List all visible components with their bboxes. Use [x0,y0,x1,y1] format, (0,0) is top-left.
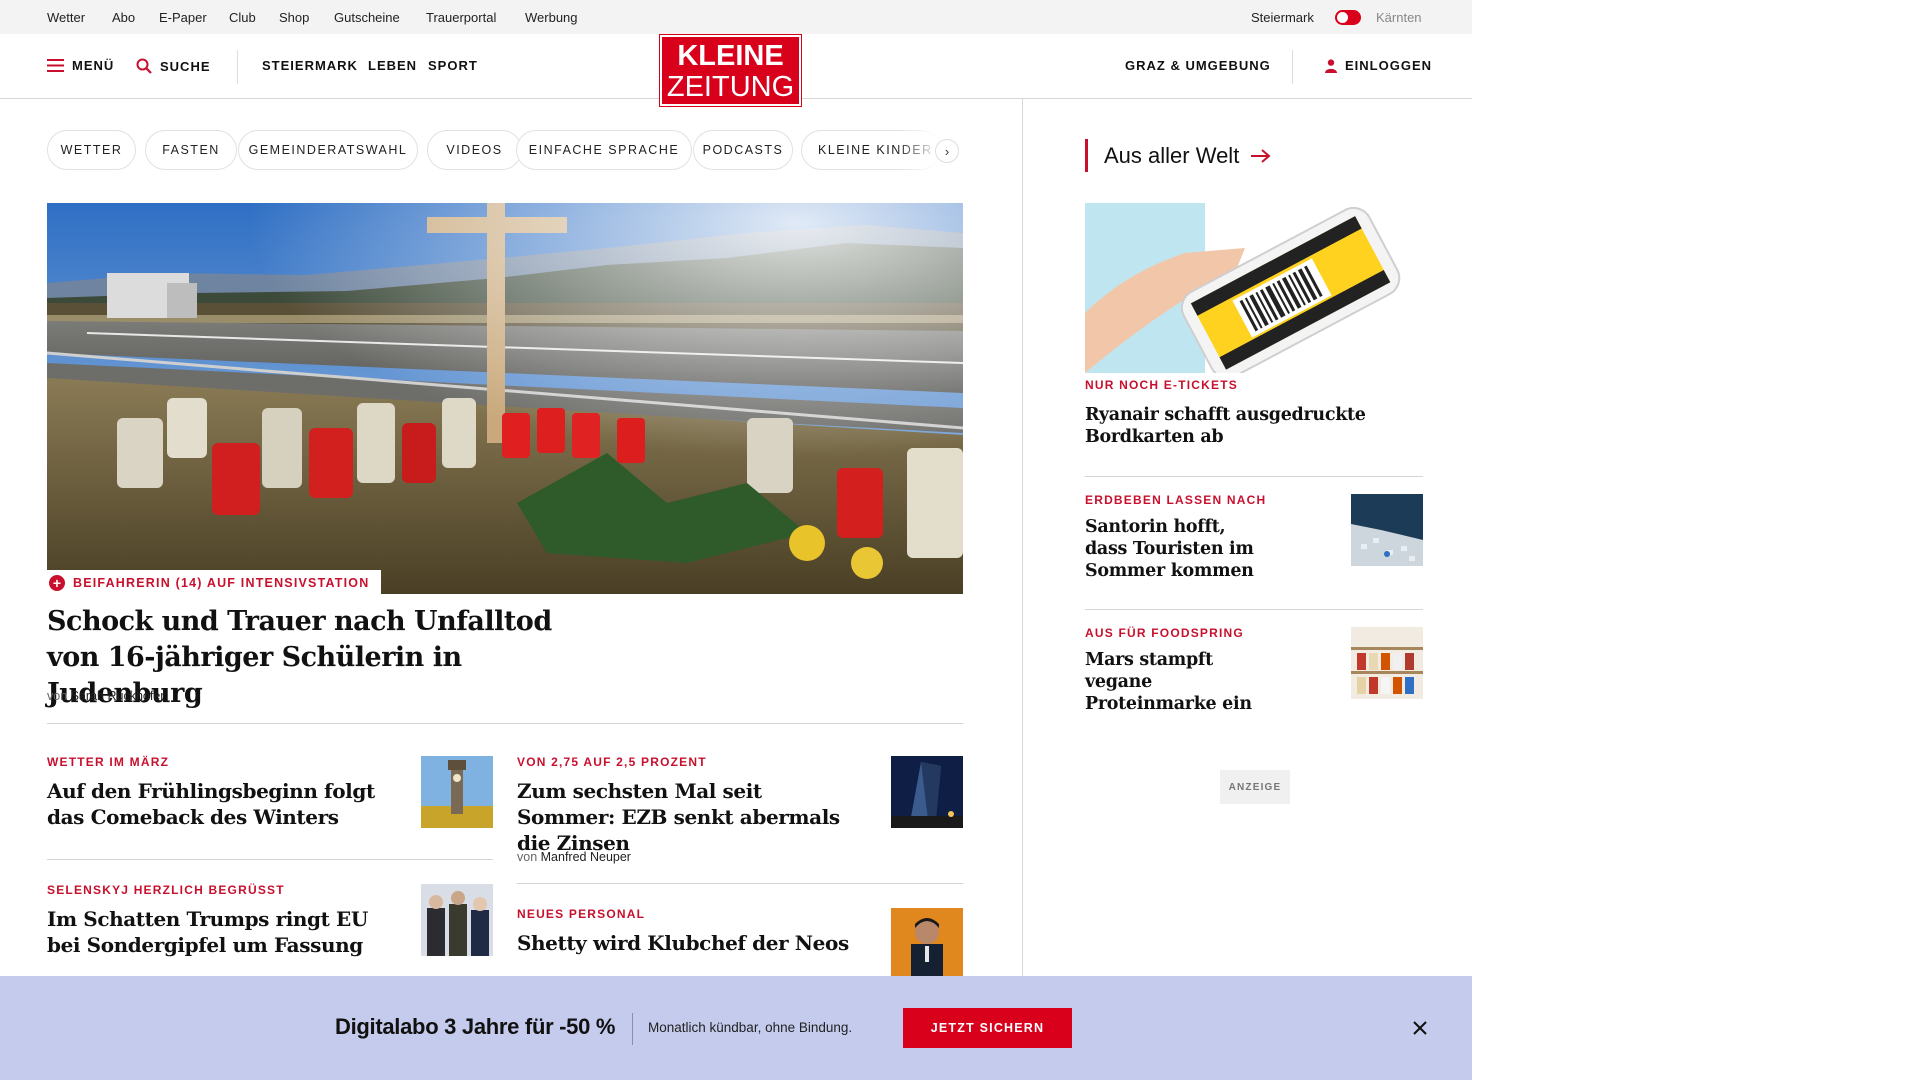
hero-kicker: BEIFAHRERIN (14) AUF INTENSIVSTATION [73,576,370,590]
login-button[interactable]: EINLOGGEN [1325,58,1432,73]
util-link-club[interactable]: Club [229,10,256,25]
region-steiermark[interactable]: Steiermark [1251,10,1314,25]
util-link-abo[interactable]: Abo [112,10,135,25]
sidebar-title[interactable]: Santorin hofft, dass Touristen im Sommer… [1085,516,1265,582]
hero-kicker-box: + BEIFAHRERIN (14) AUF INTENSIVSTATION [47,570,382,596]
arrow-right-icon [1251,148,1271,163]
util-link-gutscheine[interactable]: Gutscheine [334,10,400,25]
utility-bar: Wetter Abo E-Paper Club Shop Gutscheine … [0,0,1472,34]
teaser-thumbnail[interactable] [891,756,963,828]
hamburger-icon [47,59,64,72]
toggle-knob [1337,12,1348,23]
logo-line-1: KLEINE [677,40,784,72]
site-header: MENÜ SUCHE STEIERMARK LEBEN SPORT KLEINE… [0,34,1472,107]
chip-fasten[interactable]: FASTEN [145,130,237,170]
search-icon [136,58,152,74]
kleine-zeitung-logo[interactable]: KLEINE ZEITUNG [659,34,802,107]
ad-label: ANZEIGE [1220,770,1290,804]
sidebar-lead-image[interactable] [1085,203,1405,373]
nav-sport[interactable]: SPORT [428,58,478,73]
sidebar-thumbnail[interactable] [1351,627,1423,699]
teaser-title[interactable]: Auf den Frühlingsbeginn folgt das Comeba… [47,778,377,830]
header-divider-right [1292,50,1293,84]
header-divider [237,50,238,84]
subscription-banner: Digitalabo 3 Jahre für -50 % Monatlich k… [0,976,1472,1080]
byline-prefix: von [47,689,68,703]
close-icon[interactable] [1408,1016,1432,1040]
teaser-byline: von Manfred Neuper [517,850,631,864]
teaser-author[interactable]: Manfred Neuper [541,850,631,864]
hero-byline: von Sarah Ruckhofer [47,689,164,703]
promo-subline: Monatlich kündbar, ohne Bindung. [648,1020,853,1035]
graz-umgebung-link[interactable]: GRAZ & UMGEBUNG [1125,58,1271,73]
topic-chips: WETTER FASTEN GEMEINDERATSWAHL VIDEOS EI… [47,130,963,172]
chip-einfache-sprache[interactable]: EINFACHE SPRACHE [516,130,692,170]
nav-steiermark[interactable]: STEIERMARK [262,58,358,73]
login-label: EINLOGGEN [1345,58,1433,73]
search-label: SUCHE [160,58,211,74]
sidebar-thumbnail[interactable] [1351,494,1423,566]
chip-wetter[interactable]: WETTER [47,130,136,170]
page: Wetter Abo E-Paper Club Shop Gutscheine … [0,0,1472,1080]
divider [1085,609,1423,610]
sidebar-kicker: AUS FÜR FOODSPRING [1085,626,1244,640]
teaser-title[interactable]: Im Schatten Trumps ringt EU bei Sondergi… [47,906,377,958]
jetzt-sichern-button[interactable]: JETZT SICHERN [903,1008,1072,1048]
section-heading-label: Aus aller Welt [1104,142,1240,168]
divider [517,883,963,884]
nav-leben[interactable]: LEBEN [368,58,417,73]
divider [47,723,963,724]
teaser-thumbnail[interactable] [421,884,493,956]
hero-author[interactable]: Sarah Ruckhofer [71,689,165,703]
teaser-kicker: VON 2,75 AUF 2,5 PROZENT [517,755,707,769]
logo-line-2: ZEITUNG [666,71,795,103]
chip-gemeinderatswahl[interactable]: GEMEINDERATSWAHL [238,130,418,170]
section-heading-aus-aller-welt[interactable]: Aus aller Welt [1085,139,1271,172]
teaser-kicker: NEUES PERSONAL [517,907,646,921]
util-link-werbung[interactable]: Werbung [525,10,578,25]
promo-divider [632,1013,633,1045]
chip-podcasts[interactable]: PODCASTS [693,130,793,170]
teaser-kicker: SELENSKYJ HERZLICH BEGRÜSST [47,883,285,897]
user-icon [1325,58,1337,73]
promo-headline: Digitalabo 3 Jahre für -50 % [335,1014,616,1039]
teaser-title[interactable]: Shetty wird Klubchef der Neos [517,930,857,956]
sidebar-kicker: ERDBEBEN LASSEN NACH [1085,493,1267,507]
chip-videos[interactable]: VIDEOS [427,130,522,170]
hero-image[interactable] [47,203,963,594]
teaser-title[interactable]: Zum sechsten Mal seit Sommer: EZB senkt … [517,778,857,856]
util-link-shop[interactable]: Shop [279,10,309,25]
sidebar-kicker: NUR NOCH E-TICKETS [1085,378,1238,392]
teaser-kicker: WETTER IM MÄRZ [47,755,170,769]
sidebar-title[interactable]: Mars stampft vegane Proteinmarke ein [1085,649,1285,715]
search-button[interactable]: SUCHE [136,58,211,74]
region-kaernten[interactable]: Kärnten [1376,10,1422,25]
viewport-background [1472,0,1920,1080]
menu-button[interactable]: MENÜ [47,58,114,73]
util-link-trauerportal[interactable]: Trauerportal [426,10,496,25]
menu-label: MENÜ [72,58,115,73]
util-link-wetter[interactable]: Wetter [47,10,85,25]
byline-prefix: von [517,850,538,864]
divider [47,859,493,860]
chevron-right-icon[interactable]: › [935,139,959,163]
teaser-thumbnail[interactable] [891,908,963,980]
region-toggle[interactable] [1335,10,1361,25]
plus-icon: + [49,575,65,591]
util-link-epaper[interactable]: E-Paper [159,10,207,25]
column-divider [1022,99,1023,979]
teaser-thumbnail[interactable] [421,756,493,828]
divider [1085,476,1423,477]
sidebar-title[interactable]: Ryanair schafft ausgedruckte Bordkarten … [1085,404,1375,448]
